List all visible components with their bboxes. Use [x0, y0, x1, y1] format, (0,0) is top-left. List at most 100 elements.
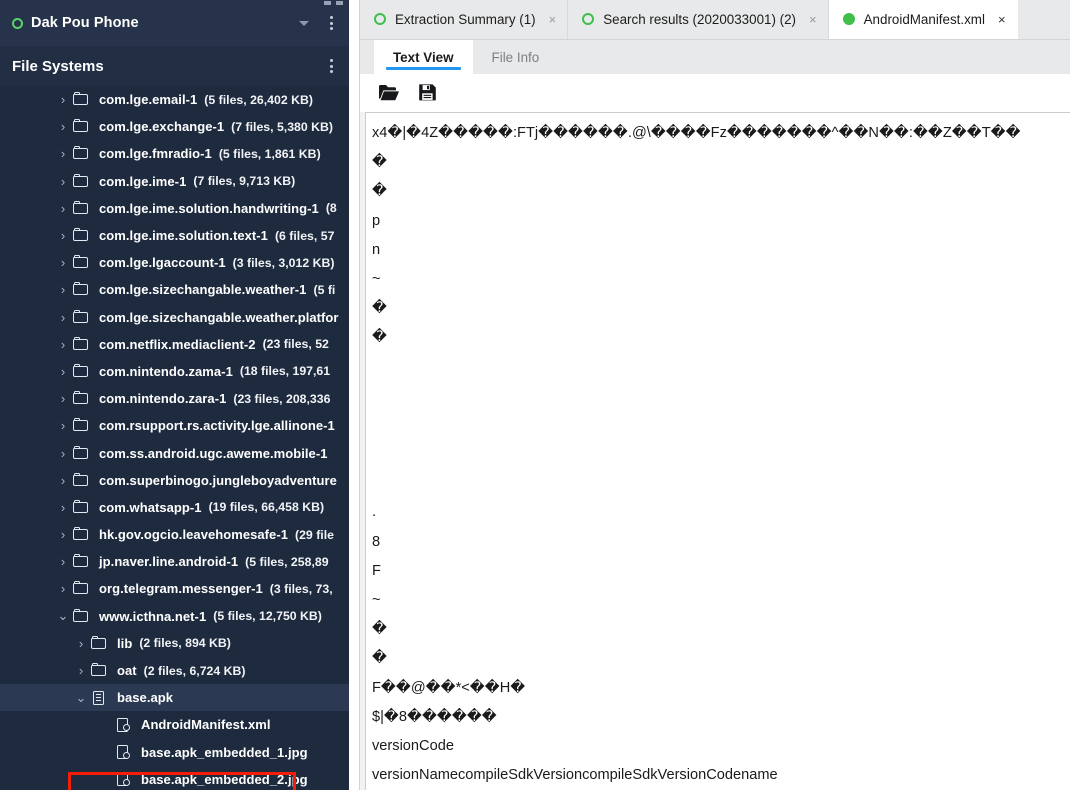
- window-controls-icon[interactable]: [324, 1, 343, 5]
- tree-item-label: base.apk_embedded_1.jpg: [141, 744, 308, 760]
- tree-item[interactable]: ⌄ www.icthna.net-1 (5 files, 12,750 KB): [0, 603, 349, 630]
- tree-item[interactable]: › com.rsupport.rs.activity.lge.allinone-1: [0, 412, 349, 439]
- text-line: �: [372, 329, 387, 346]
- folder-icon: [73, 200, 92, 216]
- sub-tab[interactable]: File Info: [473, 40, 559, 74]
- tree-item[interactable]: › oat (2 files, 6,724 KB): [0, 657, 349, 684]
- tree-item[interactable]: › com.lge.email-1 (5 files, 26,402 KB): [0, 86, 349, 113]
- tree-item[interactable]: › hk.gov.ogcio.leavehomesafe-1 (29 file: [0, 521, 349, 548]
- chevron-right-icon[interactable]: ›: [56, 392, 70, 405]
- tree-item-meta: (5 files, 26,402 KB): [204, 92, 313, 107]
- tree-item[interactable]: › com.ss.android.ugc.aweme.mobile-1: [0, 439, 349, 466]
- tree-item[interactable]: › org.telegram.messenger-1 (3 files, 73,: [0, 575, 349, 602]
- tree-item-label: com.lge.sizechangable.weather-1: [99, 282, 307, 298]
- tree-item[interactable]: › com.nintendo.zara-1 (23 files, 208,336: [0, 385, 349, 412]
- folder-icon: [73, 391, 92, 406]
- tree-item-meta: (7 files, 9,713 KB): [193, 174, 296, 189]
- file-systems-menu-icon[interactable]: [323, 57, 339, 75]
- tab[interactable]: Search results (2020033001) (2) ×: [568, 0, 829, 39]
- panel-divider[interactable]: [349, 0, 360, 790]
- chevron-right-icon[interactable]: ›: [56, 555, 70, 568]
- chevron-right-icon[interactable]: ›: [56, 283, 70, 296]
- tree-item[interactable]: › jp.naver.line.android-1 (5 files, 258,89: [0, 548, 349, 575]
- chevron-down-icon[interactable]: ⌄: [74, 691, 88, 704]
- tree-item[interactable]: › com.netflix.mediaclient-2 (23 files, 52: [0, 331, 349, 358]
- chevron-right-icon[interactable]: ›: [56, 419, 70, 432]
- save-disk-icon[interactable]: [418, 83, 440, 103]
- tab-bar[interactable]: Extraction Summary (1) × Search results (2…: [360, 0, 1070, 40]
- tree-item-meta: (2 files, 6,724 KB): [143, 663, 246, 678]
- tree-item-label: com.ss.android.ugc.aweme.mobile-1: [99, 445, 328, 461]
- open-folder-icon[interactable]: [378, 83, 400, 103]
- tree-item[interactable]: › com.lge.exchange-1 (7 files, 5,380 KB): [0, 113, 349, 140]
- sub-tab-bar[interactable]: Text View File Info: [360, 40, 1070, 74]
- text-line: �: [372, 650, 387, 667]
- chevron-right-icon[interactable]: ›: [56, 582, 70, 595]
- chevron-right-icon[interactable]: ›: [56, 147, 70, 160]
- tree-item-meta: (2 files, 894 KB): [139, 636, 231, 651]
- tree-item[interactable]: base.apk_embedded_1.jpg: [0, 739, 349, 766]
- tree-item[interactable]: › lib (2 files, 894 KB): [0, 630, 349, 657]
- tree-item[interactable]: ⌄ base.apk: [0, 684, 349, 712]
- text-line: ~: [372, 270, 381, 287]
- tree-item[interactable]: AndroidManifest.xml: [0, 711, 349, 738]
- sub-tab[interactable]: Text View: [374, 40, 473, 74]
- file-tree[interactable]: › com.lge.email-1 (5 files, 26,402 KB) › com…: [0, 86, 349, 790]
- chevron-right-icon[interactable]: ›: [56, 528, 70, 541]
- tree-item-label: com.nintendo.zara-1: [99, 391, 227, 407]
- close-icon[interactable]: ×: [549, 13, 557, 26]
- chevron-right-icon[interactable]: ›: [56, 256, 70, 269]
- tree-item-label: com.lge.fmradio-1: [99, 146, 212, 162]
- chevron-right-icon[interactable]: ›: [56, 93, 70, 106]
- chevron-right-icon[interactable]: ›: [56, 175, 70, 188]
- tab[interactable]: AndroidManifest.xml ×: [828, 0, 1018, 39]
- chevron-right-icon[interactable]: ›: [56, 365, 70, 378]
- tree-item[interactable]: › com.nintendo.zama-1 (18 files, 197,61: [0, 358, 349, 385]
- kebab-menu-icon[interactable]: [323, 14, 339, 32]
- tree-item[interactable]: › com.lge.ime.solution.text-1 (6 files, 57: [0, 222, 349, 249]
- tree-item[interactable]: › com.lge.fmradio-1 (5 files, 1,861 KB): [0, 140, 349, 167]
- tree-item[interactable]: › com.whatsapp-1 (19 files, 66,458 KB): [0, 494, 349, 521]
- tree-item[interactable]: › com.superbinogo.jungleboyadventure: [0, 467, 349, 494]
- tree-item[interactable]: › com.lge.ime.solution.handwriting-1 (8: [0, 195, 349, 222]
- xml-file-icon: [115, 772, 134, 787]
- close-icon[interactable]: ×: [809, 13, 817, 26]
- close-icon[interactable]: ×: [998, 13, 1006, 26]
- folder-icon: [73, 499, 92, 515]
- chevron-right-icon[interactable]: ›: [56, 338, 70, 351]
- tree-item-label: hk.gov.ogcio.leavehomesafe-1: [99, 527, 288, 543]
- chevron-right-icon[interactable]: ›: [56, 229, 70, 242]
- tree-item-label: org.telegram.messenger-1: [99, 581, 263, 597]
- file-systems-title: File Systems: [12, 57, 104, 75]
- text-view-pane[interactable]: x4�|�4Z�����:FTj������.@\����Fz�������^�…: [365, 112, 1070, 790]
- tree-item[interactable]: › com.lge.sizechangable.weather.platfor: [0, 304, 349, 331]
- tree-item[interactable]: › com.lge.lgaccount-1 (3 files, 3,012 KB): [0, 249, 349, 276]
- text-line: �: [372, 300, 387, 317]
- chevron-right-icon[interactable]: ›: [74, 664, 88, 677]
- chevron-right-icon[interactable]: ›: [56, 120, 70, 133]
- tree-item-label: base.apk_embedded_2.jpg: [141, 771, 308, 787]
- tree-item[interactable]: › com.lge.ime-1 (7 files, 9,713 KB): [0, 168, 349, 195]
- chevron-right-icon[interactable]: ›: [56, 474, 70, 487]
- chevron-right-icon[interactable]: ›: [56, 501, 70, 514]
- folder-icon: [73, 282, 92, 297]
- tree-item[interactable]: › com.lge.sizechangable.weather-1 (5 fi: [0, 276, 349, 303]
- chevron-down-icon[interactable]: ⌄: [56, 609, 70, 622]
- chevron-right-icon[interactable]: ›: [74, 637, 88, 650]
- folder-icon: [73, 119, 92, 134]
- folder-icon: [91, 635, 110, 651]
- text-line: �: [372, 154, 387, 171]
- device-header[interactable]: Dak Pou Phone: [0, 0, 349, 46]
- folder-icon: [73, 228, 92, 243]
- tree-item-meta: (5 files, 12,750 KB): [213, 609, 322, 624]
- tree-item-label: com.netflix.mediaclient-2: [99, 336, 256, 352]
- tree-item[interactable]: base.apk_embedded_2.jpg: [0, 766, 349, 790]
- chevron-right-icon[interactable]: ›: [56, 202, 70, 215]
- tab[interactable]: Extraction Summary (1) ×: [360, 0, 569, 39]
- xml-file-icon: [115, 745, 134, 760]
- chevron-right-icon[interactable]: ›: [56, 447, 70, 460]
- chevron-right-icon[interactable]: ›: [56, 311, 70, 324]
- green-dot-icon: [842, 13, 855, 25]
- chevron-down-icon[interactable]: [299, 20, 309, 26]
- tree-item-label: jp.naver.line.android-1: [99, 554, 239, 570]
